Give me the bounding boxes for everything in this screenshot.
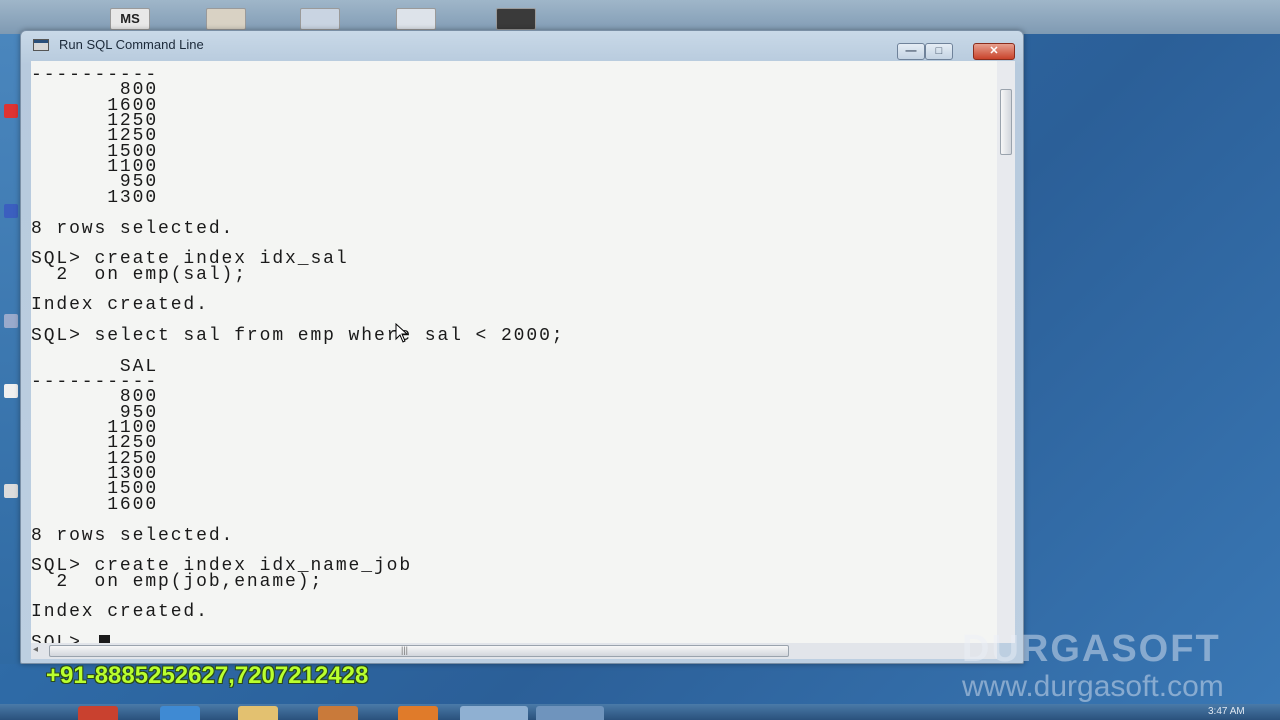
firefox-taskbar-icon[interactable] — [398, 706, 438, 720]
mouse-pointer-icon — [395, 323, 409, 343]
desktop-app-icon[interactable] — [4, 384, 18, 398]
desktop-shortcut-icon[interactable] — [206, 8, 246, 30]
window-titlebar[interactable]: Run SQL Command Line — □ ✕ — [21, 31, 1023, 60]
brand-watermark: DURGASOFT — [962, 628, 1221, 670]
console-output[interactable]: ---------- 800 1600 1250 1250 1500 1100 … — [31, 61, 997, 643]
close-icon: ✕ — [989, 45, 999, 57]
console-line: Index created. — [31, 295, 209, 316]
taskbar: 3:47 AM — [0, 704, 1280, 720]
sql-taskbar-button[interactable] — [460, 706, 528, 720]
desktop-app-icon[interactable] — [4, 314, 18, 328]
folder-taskbar-icon[interactable] — [238, 706, 278, 720]
scroll-left-icon[interactable]: ◂ — [33, 644, 38, 655]
console-line: SQL> — [31, 634, 110, 643]
console-line: 8 rows selected. — [31, 525, 235, 546]
text-cursor — [98, 634, 110, 643]
app-taskbar-icon[interactable] — [318, 706, 358, 720]
taskbar-clock: 3:47 AM — [1208, 706, 1245, 717]
console-line: 1600 — [31, 494, 159, 515]
phone-watermark: +91-8885252627,7207212428 — [46, 662, 369, 689]
desktop-left-edge — [0, 34, 22, 664]
console-line: Index created. — [31, 602, 209, 623]
chrome-taskbar-icon[interactable] — [78, 706, 118, 720]
horizontal-scrollbar[interactable]: ◂ ||| — [31, 643, 997, 659]
desktop-app-icon[interactable] — [4, 484, 18, 498]
desktop-shortcut-icon[interactable] — [496, 8, 536, 30]
desktop-shortcut-icon[interactable] — [396, 8, 436, 30]
desktop-top-strip: MS — [0, 0, 1280, 34]
console-line: 2 on emp(sal); — [31, 264, 247, 285]
desktop-ms-icon[interactable]: MS — [110, 8, 150, 30]
ie-taskbar-icon[interactable] — [160, 706, 200, 720]
close-button[interactable]: ✕ — [973, 43, 1015, 60]
console-line: 8 rows selected. — [31, 218, 235, 239]
minimize-button[interactable]: — — [897, 43, 925, 60]
desktop-shortcut-icon[interactable] — [300, 8, 340, 30]
vertical-scrollbar[interactable] — [997, 61, 1015, 643]
console-line: 2 on emp(job,ename); — [31, 571, 324, 592]
scroll-grip-icon: ||| — [401, 645, 409, 655]
horizontal-scrollbar-thumb[interactable] — [49, 645, 789, 657]
minimize-icon: — — [905, 45, 917, 57]
desktop-app-icon[interactable] — [4, 204, 18, 218]
maximize-icon: □ — [935, 45, 943, 57]
sql-command-line-window[interactable]: Run SQL Command Line — □ ✕ ---------- 80… — [20, 30, 1024, 664]
app-taskbar-button[interactable] — [536, 706, 604, 720]
console-line: SQL> select sal from emp where sal < 200… — [31, 325, 565, 346]
vertical-scrollbar-thumb[interactable] — [1000, 89, 1012, 155]
window-title: Run SQL Command Line — [59, 37, 204, 52]
console-app-icon — [33, 39, 49, 51]
brand-url-watermark: www.durgasoft.com — [962, 670, 1224, 703]
console-line: 1300 — [31, 187, 159, 208]
desktop-app-icon[interactable] — [4, 104, 18, 118]
maximize-button[interactable]: □ — [925, 43, 953, 60]
